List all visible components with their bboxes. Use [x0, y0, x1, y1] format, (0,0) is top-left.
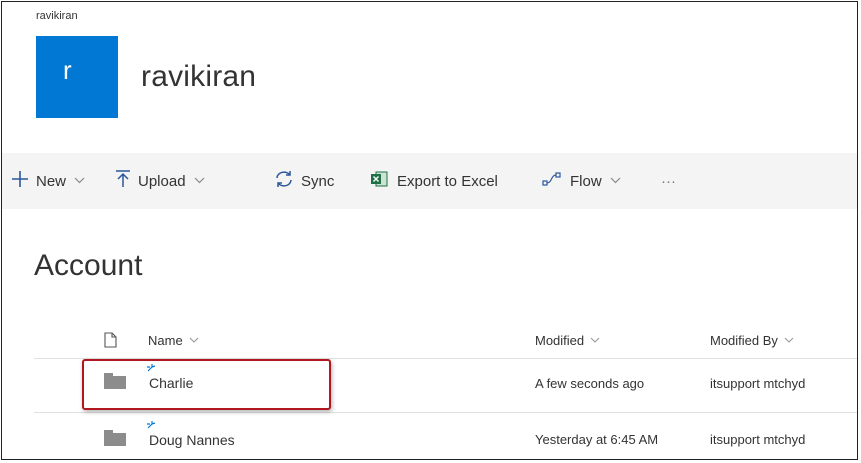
site-breadcrumb[interactable]: ravikiran: [36, 10, 78, 22]
chevron-down-icon: [610, 175, 621, 187]
chevron-down-icon: [784, 335, 794, 346]
file-type-header-icon[interactable]: [104, 332, 117, 348]
name-header-label: Name: [148, 333, 183, 348]
name-column-header[interactable]: Name: [148, 333, 199, 348]
new-button[interactable]: New: [11, 153, 85, 209]
library-title: Account: [34, 249, 143, 282]
sync-label: Sync: [301, 172, 335, 190]
command-bar: New Upload Sync Export to Excel Flow ···: [2, 153, 857, 209]
site-title[interactable]: ravikiran: [141, 60, 256, 94]
upload-button[interactable]: Upload: [115, 153, 205, 209]
more-options-button[interactable]: ···: [661, 153, 676, 209]
upload-label: Upload: [138, 172, 186, 190]
modified-column-header[interactable]: Modified: [535, 333, 600, 348]
export-to-excel-button[interactable]: Export to Excel: [370, 153, 498, 209]
flow-label: Flow: [570, 172, 602, 190]
highlight-box: [82, 359, 331, 410]
export-to-excel-label: Export to Excel: [397, 172, 498, 190]
plus-icon: [11, 170, 29, 192]
site-logo-letter: r: [63, 55, 72, 85]
row-modified: A few seconds ago: [535, 376, 645, 391]
sync-button[interactable]: Sync: [274, 153, 334, 209]
site-logo[interactable]: r: [36, 36, 118, 118]
row-modified-by[interactable]: itsupport mtchyd: [710, 376, 805, 391]
row-modified-by[interactable]: itsupport mtchyd: [710, 432, 805, 447]
modified-by-header-label: Modified By: [710, 333, 778, 348]
chevron-down-icon: [189, 335, 199, 346]
row-divider: [34, 412, 857, 413]
flow-icon: [542, 172, 562, 190]
chevron-down-icon: [590, 335, 600, 346]
row-name-link[interactable]: Doug Nannes: [149, 432, 235, 448]
excel-icon: [370, 171, 388, 191]
sharepoint-window: ravikiran r ravikiran New Upload Sync Ex…: [1, 1, 858, 460]
upload-icon: [115, 170, 131, 192]
flow-button[interactable]: Flow: [542, 153, 621, 209]
folder-icon: [104, 430, 126, 446]
chevron-down-icon: [74, 175, 85, 187]
new-item-icon: [146, 419, 158, 432]
chevron-down-icon: [194, 175, 205, 187]
new-label: New: [36, 172, 67, 190]
sync-icon: [274, 170, 294, 192]
row-modified: Yesterday at 6:45 AM: [535, 432, 659, 447]
modified-header-label: Modified: [535, 333, 585, 348]
modified-by-column-header[interactable]: Modified By: [710, 333, 794, 348]
